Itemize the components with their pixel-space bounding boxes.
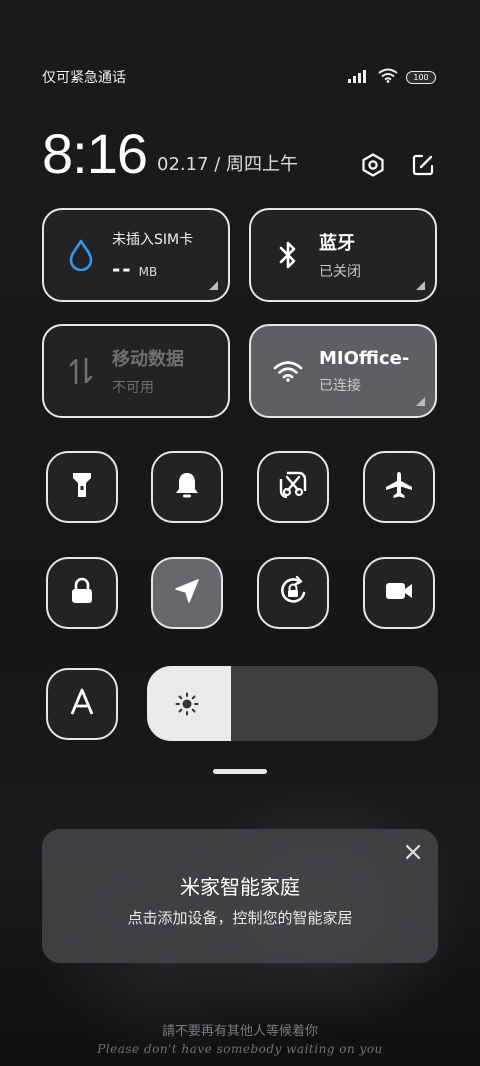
battery-icon: 100 [406, 70, 436, 84]
sun-icon [175, 692, 199, 716]
expand-corner-icon [416, 281, 425, 290]
wifi-icon [273, 356, 303, 386]
flashlight-toggle[interactable] [46, 451, 118, 523]
mute-toggle[interactable] [151, 451, 223, 523]
airplane-icon [384, 470, 414, 504]
data-arrows-icon [66, 356, 96, 386]
smart-home-title: 米家智能家庭 [180, 875, 300, 899]
date[interactable]: 02.17 / 周四上午 [157, 150, 298, 176]
wifi-tile[interactable]: MIOffice- 已连接 [249, 324, 437, 418]
scissors-icon [278, 470, 308, 504]
status-bar: 仅可紧急通话 100 [42, 66, 436, 88]
wifi-status: 已连接 [319, 377, 361, 394]
bell-icon [173, 470, 201, 504]
airplane-mode-toggle[interactable] [363, 451, 435, 523]
wifi-status-icon [378, 68, 398, 87]
lock-screen-toggle[interactable] [46, 557, 118, 629]
bluetooth-title: 蓝牙 [319, 233, 355, 254]
screenshot-toggle[interactable] [257, 451, 329, 523]
screen-record-toggle[interactable] [363, 557, 435, 629]
sim-status-label: 未插入SIM卡 [112, 232, 194, 248]
wifi-network-name: MIOffice- [319, 347, 410, 369]
status-icons: 100 [348, 68, 436, 87]
header: 8:16 02.17 / 周四上午 [42, 120, 436, 182]
bluetooth-status: 已关闭 [319, 264, 361, 280]
data-usage-unit: MB [138, 265, 158, 279]
settings-icon[interactable] [360, 152, 386, 178]
smart-home-subtitle: 点击添加设备，控制您的智能家居 [127, 909, 353, 927]
edit-icon[interactable] [410, 152, 436, 178]
mobile-data-title: 移动数据 [112, 349, 184, 370]
mobile-data-status: 不可用 [112, 380, 154, 396]
close-icon[interactable] [402, 841, 424, 863]
bluetooth-tile[interactable]: 蓝牙 已关闭 [249, 208, 437, 302]
clock[interactable]: 8:16 [42, 126, 148, 182]
video-camera-icon [384, 579, 414, 607]
bluetooth-icon [273, 240, 303, 270]
auto-brightness-toggle[interactable] [46, 668, 118, 740]
smart-home-card[interactable]: 米家智能家庭 点击添加设备，控制您的智能家居 [42, 829, 438, 963]
expand-corner-icon [416, 397, 425, 406]
expand-corner-icon [209, 281, 218, 290]
signal-icon [348, 68, 370, 87]
carrier-status: 仅可紧急通话 [42, 70, 126, 86]
location-arrow-icon [173, 577, 201, 609]
sim-data-tile[interactable]: 未插入SIM卡 -- MB [42, 208, 230, 302]
mobile-data-tile[interactable]: 移动数据 不可用 [42, 324, 230, 418]
letter-a-icon [68, 688, 96, 720]
flashlight-icon [68, 470, 96, 504]
location-toggle[interactable] [151, 557, 223, 629]
wallpaper-quote-en: Please don't have somebody waiting on yo… [97, 1042, 383, 1056]
lock-icon [69, 577, 95, 609]
wallpaper-quote-cn: 請不要再有其他人等候着你 [161, 1024, 318, 1039]
rotation-lock-icon [277, 575, 309, 611]
brightness-slider[interactable] [147, 666, 438, 741]
water-drop-icon [66, 239, 96, 271]
rotation-lock-toggle[interactable] [257, 557, 329, 629]
data-usage-value: -- [112, 257, 133, 281]
drag-handle[interactable] [213, 769, 267, 774]
